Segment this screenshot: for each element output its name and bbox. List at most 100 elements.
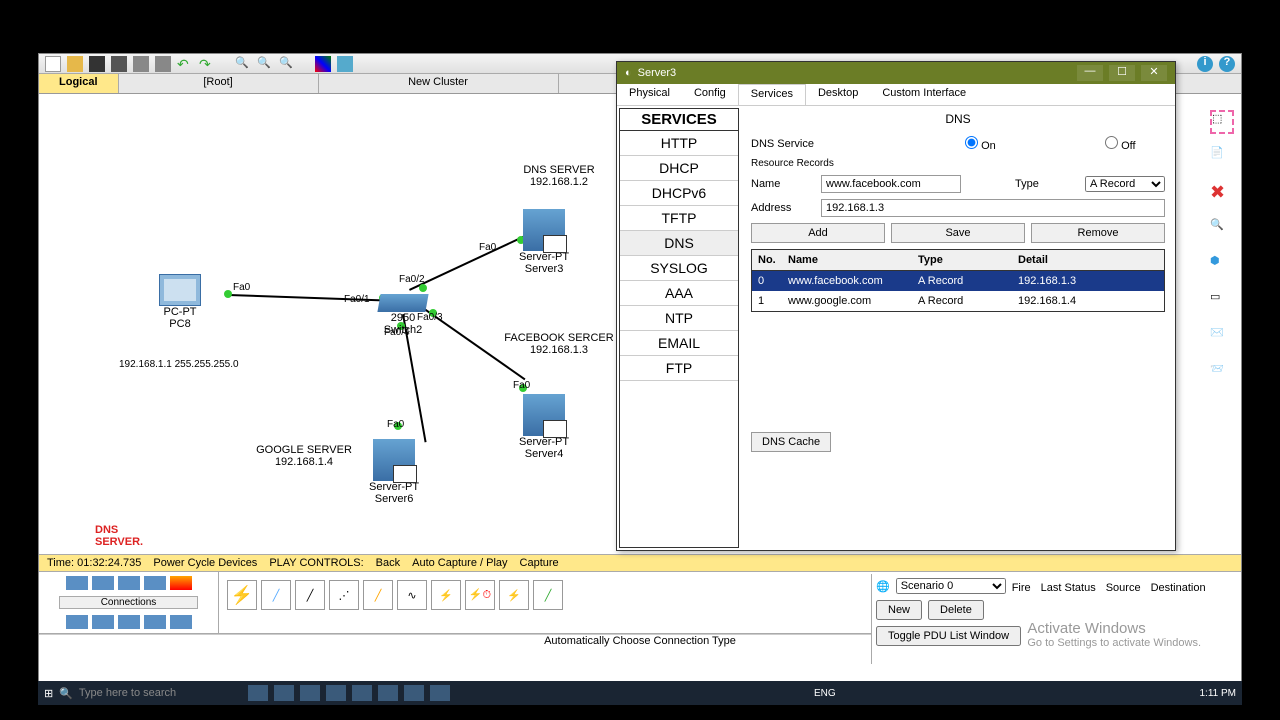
redo-icon[interactable]: ↷ [199, 56, 215, 72]
custom-device-icon[interactable] [144, 615, 166, 629]
multiuser-icon[interactable] [170, 615, 192, 629]
toggle-pdu-btn[interactable]: Toggle PDU List Window [876, 626, 1021, 646]
srv-ftp[interactable]: FTP [620, 356, 738, 381]
dns-on-radio[interactable]: On [965, 136, 1025, 152]
conn-phone[interactable]: ∿ [397, 580, 427, 610]
taskbar-clock[interactable]: 1:11 PM [1199, 688, 1236, 699]
minimize-btn[interactable]: — [1077, 65, 1103, 81]
add-btn[interactable]: Add [751, 223, 885, 243]
name-input[interactable] [821, 175, 961, 193]
close-btn[interactable]: ✕ [1141, 65, 1167, 81]
delete-tool-icon[interactable]: ✖ [1210, 182, 1234, 206]
taskbar-app[interactable] [326, 685, 346, 701]
note-tool-icon[interactable]: 📄 [1210, 146, 1234, 170]
table-row[interactable]: 1 www.google.com A Record 192.168.1.4 [752, 291, 1164, 311]
help-icon[interactable]: ? [1219, 56, 1235, 72]
taskbar-app[interactable] [248, 685, 268, 701]
globe-icon[interactable]: 🌐 [876, 580, 890, 593]
device-fb-server[interactable]: Server-PT Server4 [519, 394, 569, 460]
address-input[interactable] [821, 199, 1165, 217]
tab-config[interactable]: Config [682, 84, 738, 105]
back-btn[interactable]: Back [376, 557, 400, 569]
print-icon[interactable] [111, 56, 127, 72]
inspect-tool-icon[interactable]: 🔍 [1210, 218, 1234, 242]
srv-syslog[interactable]: SYSLOG [620, 256, 738, 281]
taskbar-app[interactable] [352, 685, 372, 701]
table-row[interactable]: 0 www.facebook.com A Record 192.168.1.3 [752, 271, 1164, 291]
complex-pdu-icon[interactable]: 📨 [1210, 362, 1234, 386]
connections-icon[interactable] [170, 576, 192, 590]
info-icon[interactable]: i [1197, 56, 1213, 72]
device-dns-server[interactable]: Server-PT Server3 [519, 209, 569, 275]
tab-logical[interactable]: Logical [39, 74, 119, 93]
scenario-new-btn[interactable]: New [876, 600, 922, 620]
conn-serial-dte[interactable]: ⚡ [499, 580, 529, 610]
switch-icon[interactable] [92, 576, 114, 590]
zoom-in-icon[interactable]: 🔍 [235, 56, 251, 72]
palette-icon[interactable] [315, 56, 331, 72]
tab-services[interactable]: Services [738, 84, 806, 105]
zoom-reset-icon[interactable]: 🔍 [257, 56, 273, 72]
open-icon[interactable] [67, 56, 83, 72]
conn-cross[interactable]: ⋰ [329, 580, 359, 610]
tab-physical[interactable]: Physical [617, 84, 682, 105]
undo-icon[interactable]: ↶ [177, 56, 193, 72]
search-icon[interactable]: 🔍 [59, 687, 73, 700]
custom-icon[interactable] [337, 56, 353, 72]
tab-root[interactable]: [Root] [119, 74, 319, 93]
type-select[interactable]: A Record [1085, 176, 1165, 192]
dialog-titlebar[interactable]: ◐ Server3 — ☐ ✕ [617, 62, 1175, 84]
windows-taskbar[interactable]: ⊞ 🔍 Type here to search ENG 1:11 PM [38, 681, 1242, 705]
router-icon[interactable] [66, 576, 88, 590]
dns-off-radio[interactable]: Off [1105, 136, 1165, 152]
tab-new-cluster[interactable]: New Cluster [319, 74, 559, 93]
conn-coax[interactable]: ⚡ [431, 580, 461, 610]
wireless-icon[interactable] [144, 576, 166, 590]
end-device-icon[interactable] [66, 615, 88, 629]
taskbar-app[interactable] [274, 685, 294, 701]
srv-dns[interactable]: DNS [620, 231, 738, 256]
power-cycle[interactable]: Power Cycle Devices [153, 557, 257, 569]
taskbar-app[interactable] [300, 685, 320, 701]
auto-capture-btn[interactable]: Auto Capture / Play [412, 557, 507, 569]
paste-icon[interactable] [155, 56, 171, 72]
security-icon[interactable] [92, 615, 114, 629]
taskbar-lang[interactable]: ENG [814, 688, 836, 699]
remove-btn[interactable]: Remove [1031, 223, 1165, 243]
resize-tool-icon[interactable]: ▭ [1210, 290, 1234, 314]
taskbar-app[interactable] [430, 685, 450, 701]
copy-icon[interactable] [133, 56, 149, 72]
srv-http[interactable]: HTTP [620, 131, 738, 156]
srv-dhcp[interactable]: DHCP [620, 156, 738, 181]
wan-icon[interactable] [118, 615, 140, 629]
save-btn[interactable]: Save [891, 223, 1025, 243]
device-google-server[interactable]: Server-PT Server6 [369, 439, 419, 505]
scenario-delete-btn[interactable]: Delete [928, 600, 984, 620]
simple-pdu-icon[interactable]: ✉️ [1210, 326, 1234, 350]
tab-desktop[interactable]: Desktop [806, 84, 870, 105]
device-pc[interactable]: PC-PT PC8 [159, 274, 201, 330]
new-file-icon[interactable] [45, 56, 61, 72]
conn-console[interactable]: ╱ [261, 580, 291, 610]
maximize-btn[interactable]: ☐ [1109, 65, 1135, 81]
dns-cache-btn[interactable]: DNS Cache [751, 432, 831, 452]
conn-auto[interactable]: ⚡ [227, 580, 257, 610]
taskbar-app[interactable] [378, 685, 398, 701]
zoom-out-icon[interactable]: 🔍 [279, 56, 295, 72]
taskbar-search[interactable]: Type here to search [79, 687, 176, 699]
srv-email[interactable]: EMAIL [620, 331, 738, 356]
taskbar-app[interactable] [404, 685, 424, 701]
save-icon[interactable] [89, 56, 105, 72]
hub-icon[interactable] [118, 576, 140, 590]
srv-tftp[interactable]: TFTP [620, 206, 738, 231]
draw-tool-icon[interactable]: ⬢ [1210, 254, 1234, 278]
conn-straight[interactable]: ╱ [295, 580, 325, 610]
srv-aaa[interactable]: AAA [620, 281, 738, 306]
tab-custom[interactable]: Custom Interface [870, 84, 978, 105]
start-icon[interactable]: ⊞ [44, 687, 53, 700]
srv-ntp[interactable]: NTP [620, 306, 738, 331]
srv-dhcpv6[interactable]: DHCPv6 [620, 181, 738, 206]
select-tool-icon[interactable]: ⬚ [1210, 110, 1234, 134]
scenario-select[interactable]: Scenario 0 [896, 578, 1006, 594]
conn-fiber[interactable]: ╱ [363, 580, 393, 610]
